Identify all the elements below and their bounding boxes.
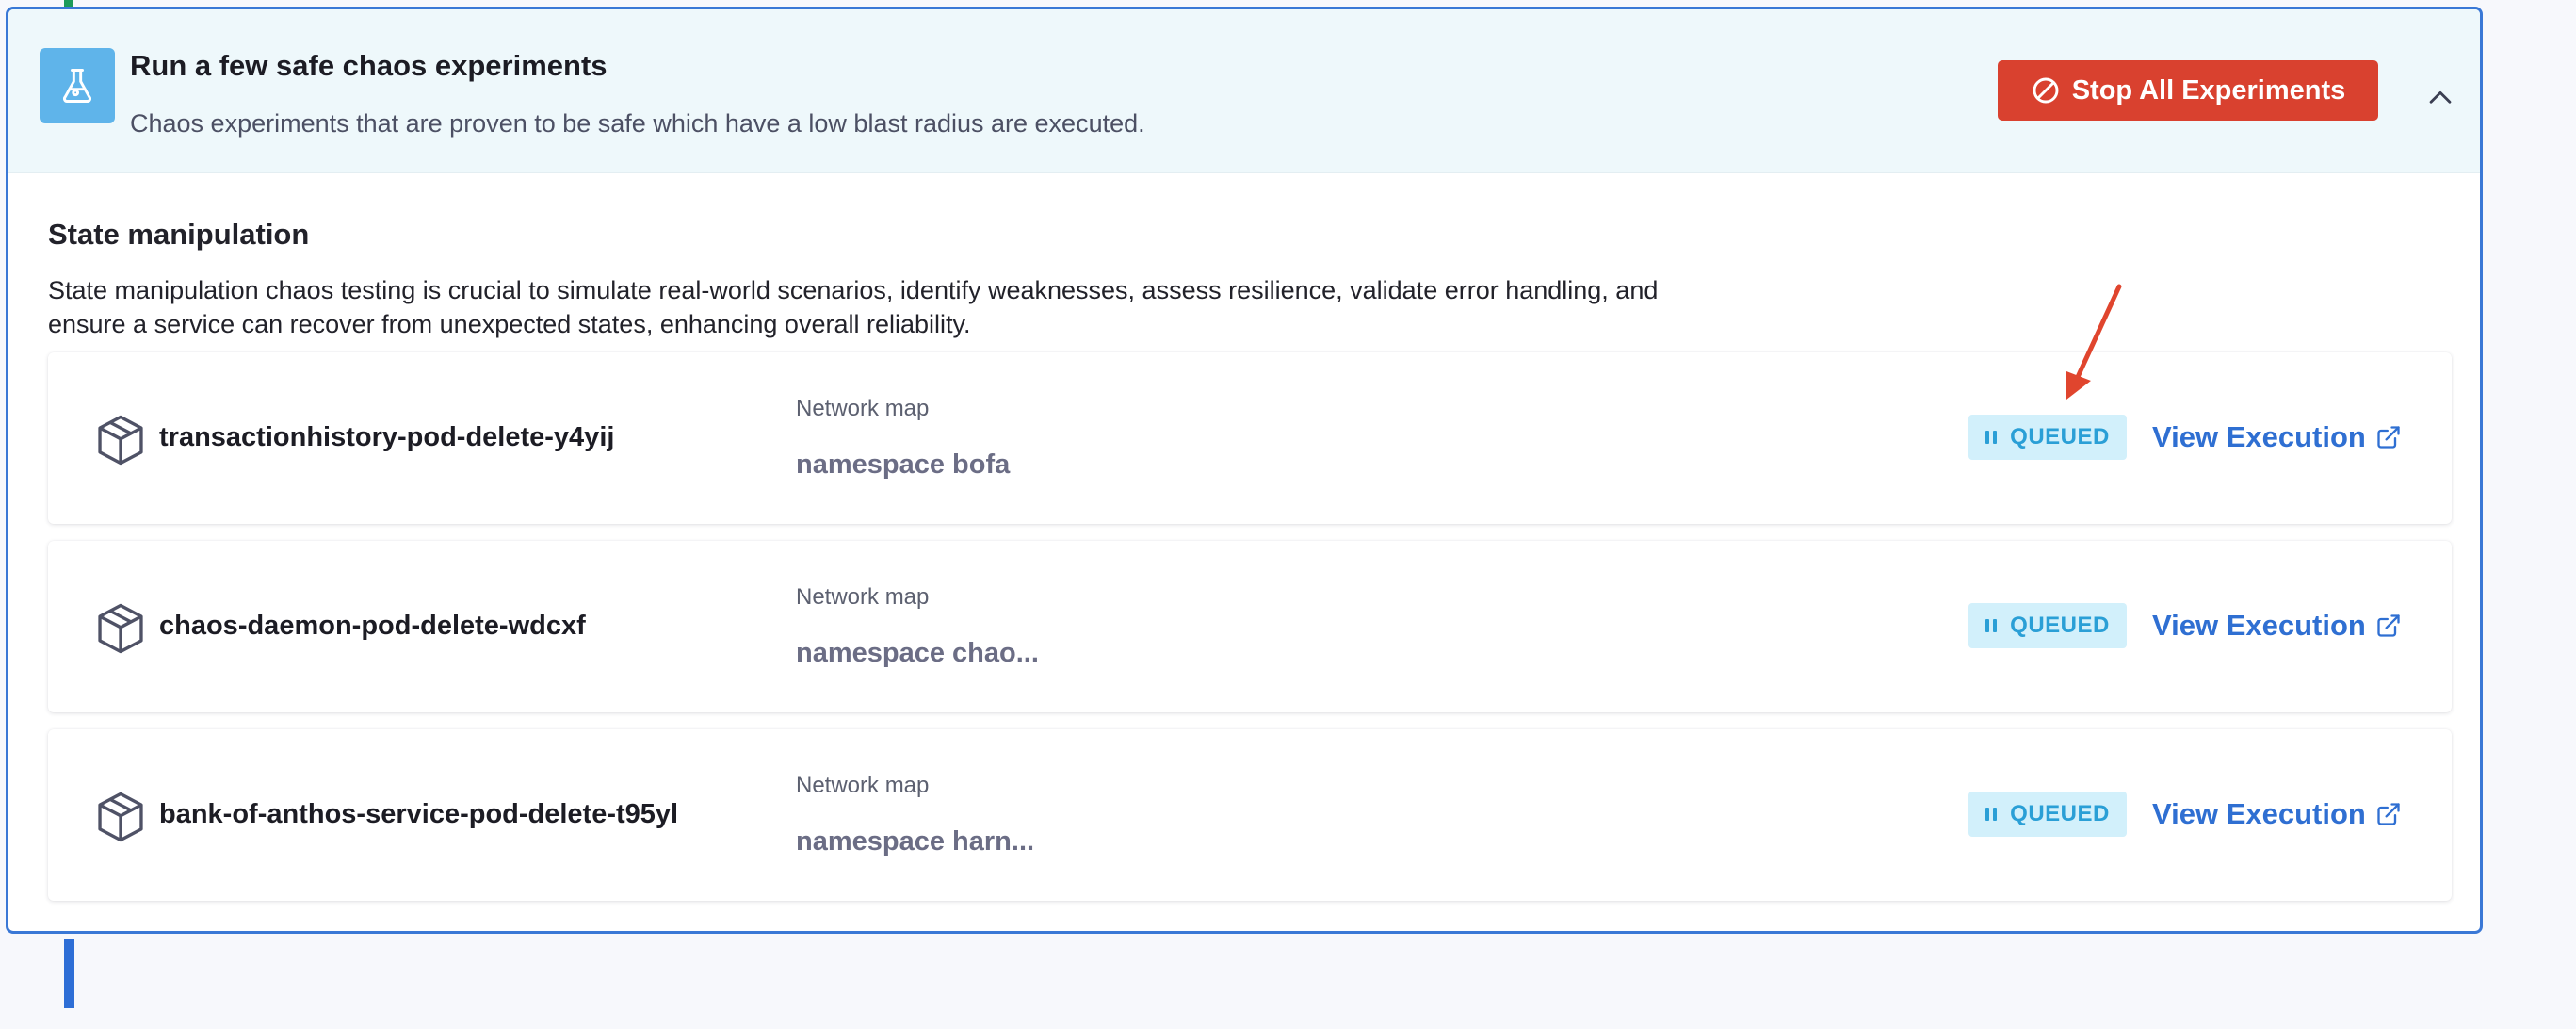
package-box-icon bbox=[98, 415, 143, 466]
pause-icon bbox=[1985, 808, 1998, 821]
experiment-row: bank-of-anthos-service-pod-delete-t95yl … bbox=[48, 729, 2452, 901]
experiment-name: transactionhistory-pod-delete-y4yij bbox=[159, 422, 615, 452]
status-label: QUEUED bbox=[2010, 612, 2110, 638]
status-badge: QUEUED bbox=[1968, 415, 2127, 460]
network-map-value: namespace harn... bbox=[796, 826, 1035, 857]
network-map-value: namespace chao... bbox=[796, 638, 1039, 668]
view-execution-link[interactable]: View Execution bbox=[2152, 420, 2402, 454]
network-map-label: Network map bbox=[796, 584, 930, 610]
pause-icon bbox=[1985, 619, 1998, 632]
experiment-name: chaos-daemon-pod-delete-wdcxf bbox=[159, 611, 586, 641]
timeline-connector-bottom bbox=[64, 939, 74, 1008]
experiment-row: chaos-daemon-pod-delete-wdcxf Network ma… bbox=[48, 541, 2452, 712]
status-badge: QUEUED bbox=[1968, 792, 2127, 837]
view-execution-link[interactable]: View Execution bbox=[2152, 797, 2402, 831]
stop-button-label: Stop All Experiments bbox=[2071, 74, 2346, 106]
experiment-group-card: Run a few safe chaos experiments Chaos e… bbox=[6, 7, 2483, 934]
network-map-label: Network map bbox=[796, 396, 930, 421]
pause-icon bbox=[1985, 431, 1998, 444]
stop-all-experiments-button[interactable]: Stop All Experiments bbox=[1998, 60, 2378, 121]
flask-icon bbox=[40, 48, 115, 123]
experiment-name: bank-of-anthos-service-pod-delete-t95yl bbox=[159, 799, 679, 829]
network-map-label: Network map bbox=[796, 773, 930, 798]
status-label: QUEUED bbox=[2010, 801, 2110, 826]
external-link-icon bbox=[2377, 426, 2400, 449]
collapse-button[interactable] bbox=[2420, 77, 2461, 119]
status-badge: QUEUED bbox=[1968, 603, 2127, 648]
package-box-icon bbox=[98, 792, 143, 842]
chevron-up-icon bbox=[2429, 90, 2452, 104]
card-subtitle: Chaos experiments that are proven to be … bbox=[130, 109, 1145, 138]
section-description: State manipulation chaos testing is cruc… bbox=[48, 276, 1659, 338]
external-link-icon bbox=[2377, 803, 2400, 825]
view-execution-label: View Execution bbox=[2152, 797, 2366, 830]
view-execution-label: View Execution bbox=[2152, 609, 2366, 642]
status-label: QUEUED bbox=[2010, 424, 2110, 449]
card-title: Run a few safe chaos experiments bbox=[130, 49, 608, 82]
view-execution-link[interactable]: View Execution bbox=[2152, 609, 2402, 643]
ban-icon bbox=[2033, 77, 2059, 104]
package-box-icon bbox=[98, 603, 143, 654]
external-link-icon bbox=[2377, 614, 2400, 637]
network-map-value: namespace bofa bbox=[796, 449, 1011, 480]
section-title: State manipulation bbox=[48, 218, 310, 251]
view-execution-label: View Execution bbox=[2152, 420, 2366, 453]
red-arrow-annotation bbox=[2066, 284, 2122, 400]
card-header: Run a few safe chaos experiments Chaos e… bbox=[8, 9, 2480, 173]
